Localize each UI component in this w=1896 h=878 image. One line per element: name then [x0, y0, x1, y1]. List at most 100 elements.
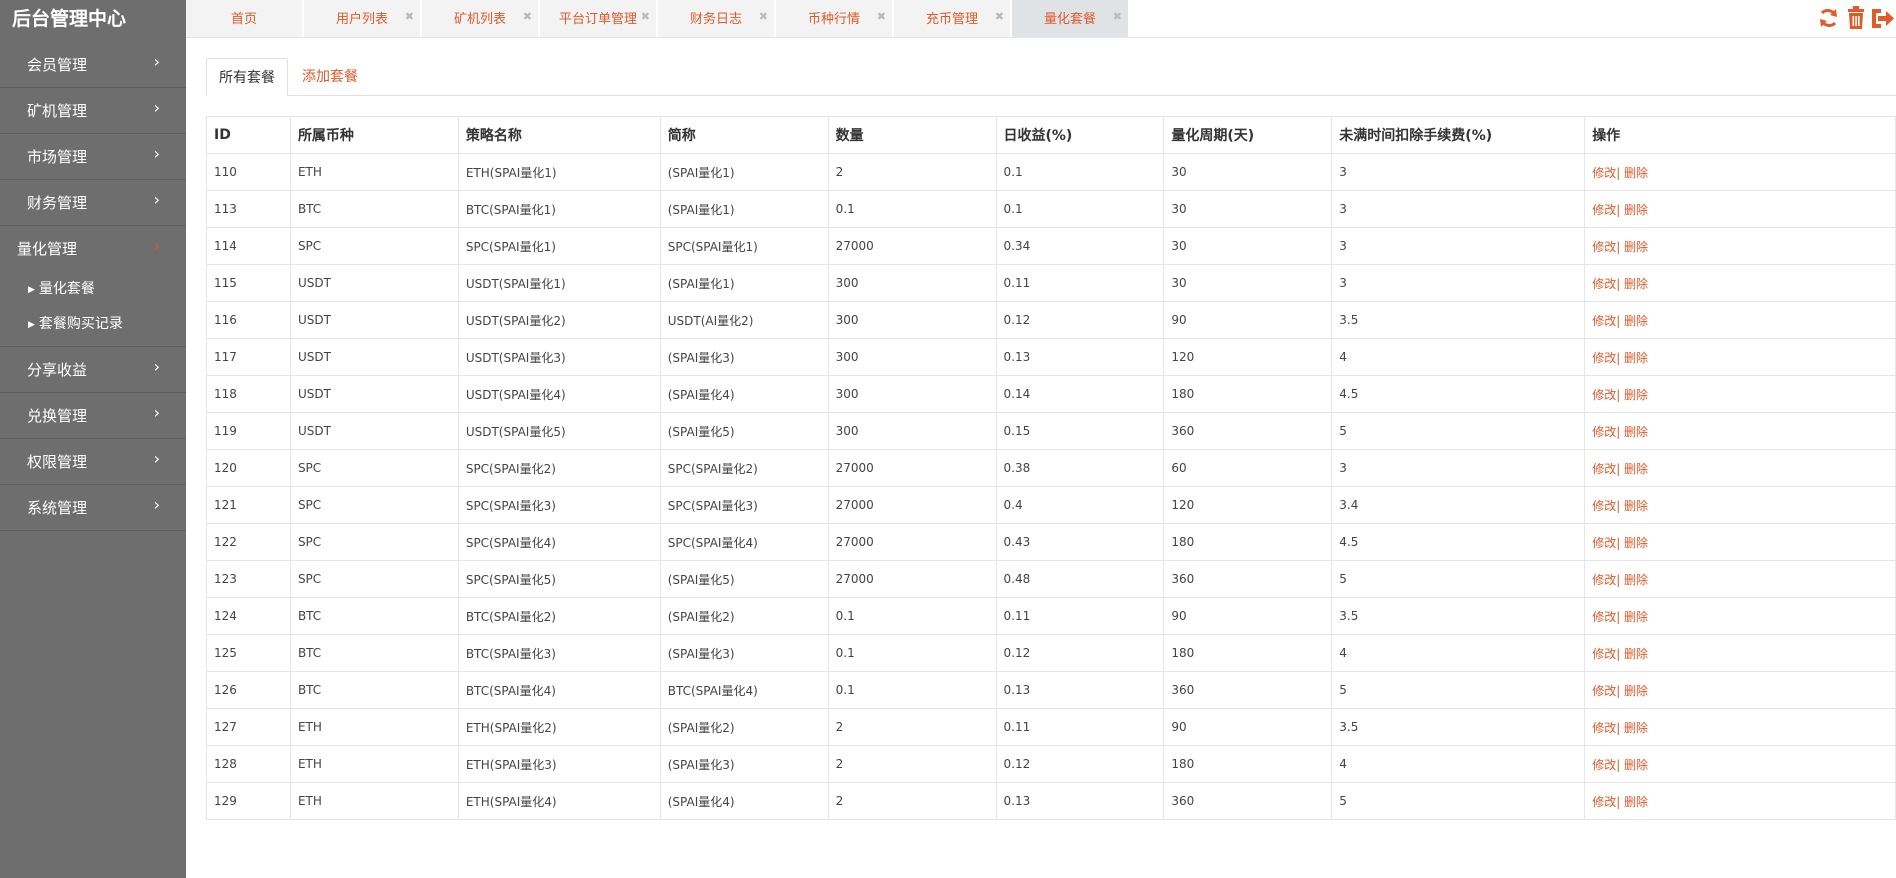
edit-link[interactable]: 修改|: [1592, 166, 1620, 180]
cell-short-name: (SPAI量化4): [659, 375, 829, 413]
sidebar-subitem-label: 量化套餐: [38, 281, 95, 297]
cell-actions: 修改| 删除: [1584, 264, 1896, 302]
tab-quant-package[interactable]: 量化套餐 ✖: [1012, 0, 1129, 37]
content-subtabs: 所有套餐 添加套餐: [206, 58, 1896, 96]
delete-link[interactable]: 删除: [1620, 425, 1648, 439]
tab-deposit[interactable]: 充币管理 ✖: [894, 0, 1011, 37]
cell-actions: 修改| 删除: [1584, 486, 1896, 524]
close-icon[interactable]: ✖: [1113, 0, 1122, 36]
close-icon[interactable]: ✖: [641, 0, 650, 36]
delete-link[interactable]: 删除: [1620, 647, 1648, 661]
toolbar: [1812, 4, 1896, 32]
tab-finance-log[interactable]: 财务日志 ✖: [658, 0, 775, 37]
edit-link[interactable]: 修改|: [1592, 684, 1620, 698]
refresh-icon[interactable]: [1820, 9, 1837, 27]
edit-link[interactable]: 修改|: [1592, 536, 1620, 550]
delete-link[interactable]: 删除: [1620, 684, 1648, 698]
sidebar-item-exchange[interactable]: 兑换管理 ›: [0, 393, 186, 439]
delete-link[interactable]: 删除: [1620, 536, 1648, 550]
sidebar-subitem-purchase-records[interactable]: ▶ 套餐购买记录: [0, 307, 186, 342]
cell-strategy: USDT(SPAI量化5): [457, 412, 661, 450]
sidebar-item-finance[interactable]: 财务管理 ›: [0, 180, 186, 226]
sidebar-item-quant[interactable]: 量化管理 ›: [0, 226, 186, 272]
delete-link[interactable]: 删除: [1620, 573, 1648, 587]
edit-link[interactable]: 修改|: [1592, 758, 1620, 772]
delete-link[interactable]: 删除: [1620, 240, 1648, 254]
edit-link[interactable]: 修改|: [1592, 721, 1620, 735]
edit-link[interactable]: 修改|: [1592, 314, 1620, 328]
tab-label: 币种行情: [807, 12, 860, 27]
sidebar-item-miner[interactable]: 矿机管理 ›: [0, 88, 186, 134]
tab-coin-market[interactable]: 币种行情 ✖: [776, 0, 893, 37]
cell-coin: SPC: [289, 227, 459, 265]
edit-link[interactable]: 修改|: [1592, 425, 1620, 439]
cell-early-fee: 5: [1331, 412, 1586, 450]
add-package-link[interactable]: 添加套餐: [290, 58, 370, 96]
edit-link[interactable]: 修改|: [1592, 573, 1620, 587]
cell-early-fee: 3.5: [1331, 597, 1586, 635]
cell-daily-yield: 0.11: [995, 597, 1165, 635]
sidebar-item-label: 系统管理: [27, 499, 88, 517]
cell-period: 360: [1163, 412, 1333, 450]
cell-actions: 修改| 删除: [1584, 227, 1896, 265]
delete-link[interactable]: 删除: [1620, 203, 1648, 217]
close-icon[interactable]: ✖: [877, 0, 886, 36]
edit-link[interactable]: 修改|: [1592, 499, 1620, 513]
edit-link[interactable]: 修改|: [1592, 647, 1620, 661]
sidebar-item-system[interactable]: 系统管理 ›: [0, 485, 186, 531]
edit-link[interactable]: 修改|: [1592, 610, 1620, 624]
close-icon[interactable]: ✖: [995, 0, 1004, 36]
cell-coin: BTC: [289, 597, 459, 635]
close-icon[interactable]: ✖: [405, 0, 414, 36]
cell-period: 60: [1163, 449, 1333, 487]
cell-daily-yield: 0.48: [995, 560, 1165, 598]
tab-platform-orders[interactable]: 平台订单管理 ✖: [540, 0, 657, 37]
close-icon[interactable]: ✖: [759, 0, 768, 36]
delete-link[interactable]: 删除: [1620, 499, 1648, 513]
tab-all-packages[interactable]: 所有套餐: [206, 58, 288, 96]
sidebar-item-permissions[interactable]: 权限管理 ›: [0, 439, 186, 485]
edit-link[interactable]: 修改|: [1592, 240, 1620, 254]
sidebar-subitem-quant-package[interactable]: ▶ 量化套餐: [0, 272, 186, 307]
delete-link[interactable]: 删除: [1620, 721, 1648, 735]
tab-user-list[interactable]: 用户列表 ✖: [304, 0, 421, 37]
edit-link[interactable]: 修改|: [1592, 795, 1620, 809]
cell-daily-yield: 0.15: [995, 412, 1165, 450]
delete-link[interactable]: 删除: [1620, 795, 1648, 809]
delete-link[interactable]: 删除: [1620, 351, 1648, 365]
edit-link[interactable]: 修改|: [1592, 462, 1620, 476]
chevron-right-icon: ›: [153, 357, 160, 376]
sidebar-item-share-income[interactable]: 分享收益 ›: [0, 347, 186, 393]
trash-icon[interactable]: [1848, 6, 1864, 29]
cell-early-fee: 5: [1331, 560, 1586, 598]
col-header-actions: 操作: [1584, 116, 1896, 154]
tab-miner-list[interactable]: 矿机列表 ✖: [422, 0, 539, 37]
delete-link[interactable]: 删除: [1620, 277, 1648, 291]
sidebar-group-quant: 量化管理 › ▶ 量化套餐 ▶ 套餐购买记录: [0, 226, 186, 347]
delete-link[interactable]: 删除: [1620, 166, 1648, 180]
table-row: 127 ETH ETH(SPAI量化2) (SPAI量化2) 2 0.11 90 3.5 修改|…: [206, 708, 1896, 746]
edit-link[interactable]: 修改|: [1592, 351, 1620, 365]
col-header-strategy: 策略名称: [457, 116, 661, 154]
cell-daily-yield: 0.12: [995, 634, 1165, 672]
delete-link[interactable]: 删除: [1620, 314, 1648, 328]
delete-link[interactable]: 删除: [1620, 758, 1648, 772]
cell-id: 119: [206, 412, 291, 450]
sidebar-item-market[interactable]: 市场管理 ›: [0, 134, 186, 180]
cell-early-fee: 4.5: [1331, 523, 1586, 561]
table-body: 110 ETH ETH(SPAI量化1) (SPAI量化1) 2 0.1 30 3 修改| 删除…: [206, 153, 1896, 820]
edit-link[interactable]: 修改|: [1592, 203, 1620, 217]
cell-coin: ETH: [289, 153, 459, 191]
chevron-right-icon: ›: [153, 52, 160, 71]
close-icon[interactable]: ✖: [523, 0, 532, 36]
logout-icon[interactable]: [1872, 9, 1894, 28]
delete-link[interactable]: 删除: [1620, 610, 1648, 624]
cell-period: 180: [1163, 523, 1333, 561]
tab-home[interactable]: 首页: [186, 0, 303, 37]
edit-link[interactable]: 修改|: [1592, 277, 1620, 291]
cell-daily-yield: 0.4: [995, 486, 1165, 524]
edit-link[interactable]: 修改|: [1592, 388, 1620, 402]
delete-link[interactable]: 删除: [1620, 388, 1648, 402]
sidebar-item-member[interactable]: 会员管理 ›: [0, 42, 186, 88]
delete-link[interactable]: 删除: [1620, 462, 1648, 476]
